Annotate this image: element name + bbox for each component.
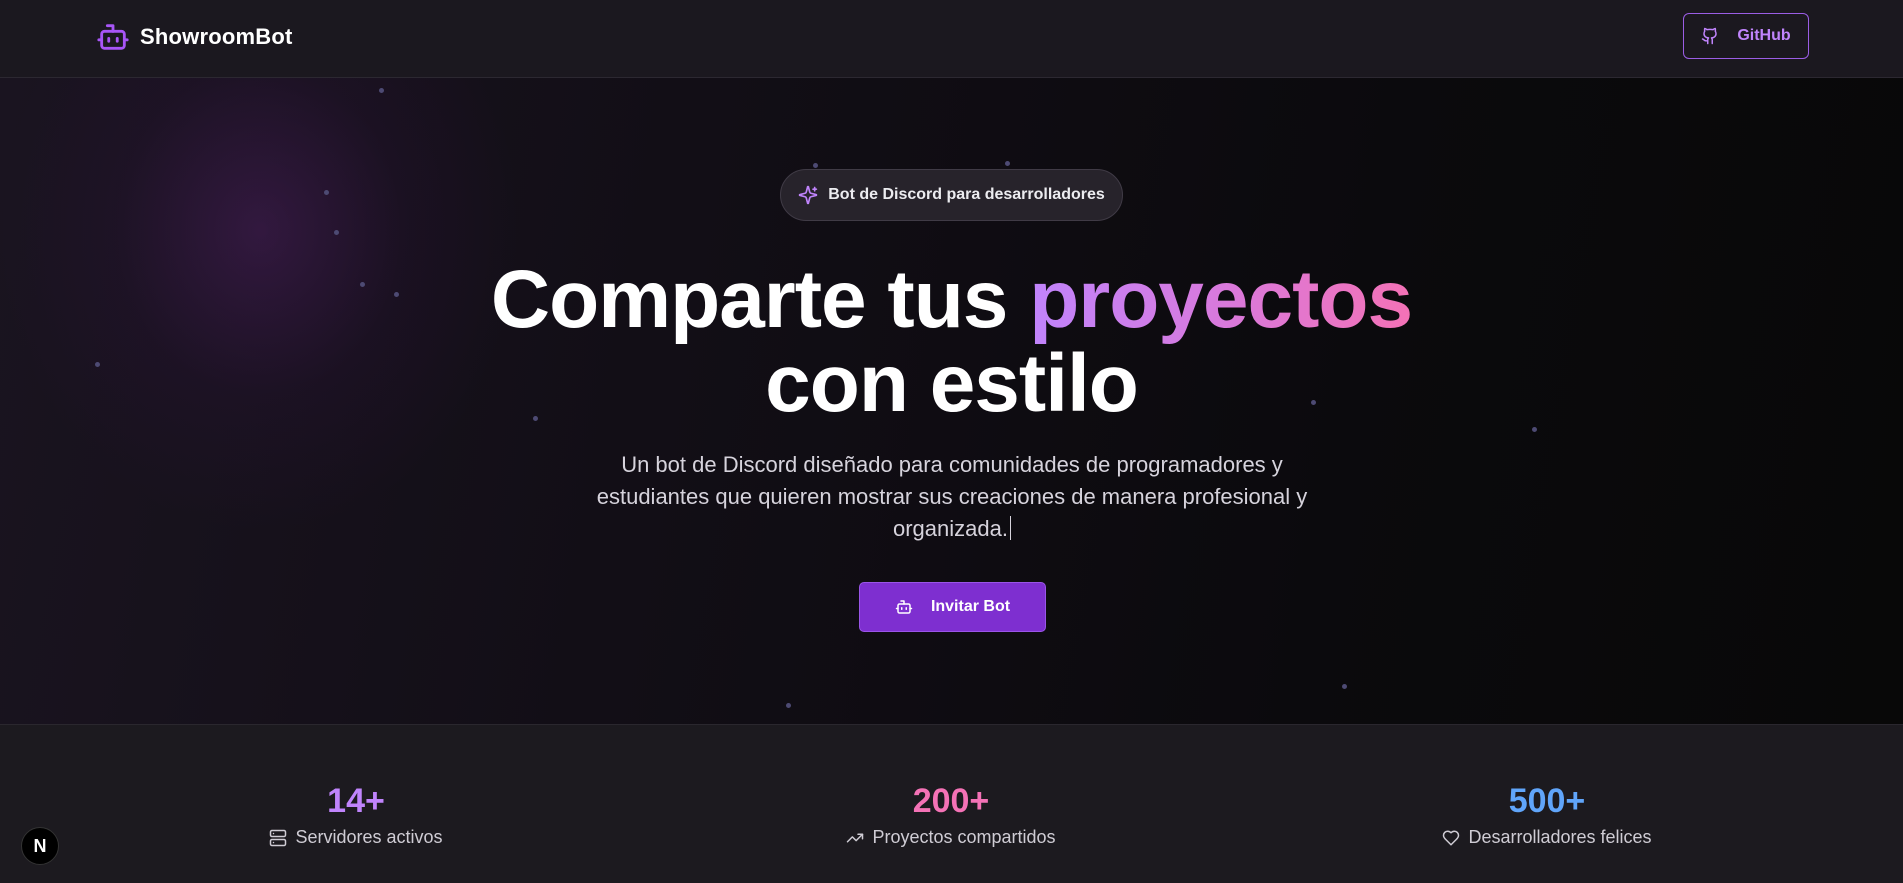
heart-icon (1443, 830, 1460, 845)
stat-projects: 200+ Proyectos compartidos (751, 781, 1151, 848)
invite-bot-button[interactable]: Invitar Bot (859, 582, 1046, 632)
invite-bot-label: Invitar Bot (930, 598, 1011, 615)
particle (379, 88, 384, 93)
hero-subtitle: Un bot de Discord diseñado para comunida… (572, 449, 1332, 545)
sparkles-icon (798, 185, 818, 205)
dev-tools-badge[interactable]: N (21, 827, 59, 865)
hero-badge-label: Bot de Discord para desarrolladores (828, 186, 1105, 203)
headline-part1: Comparte tus (490, 254, 1030, 345)
bot-icon (97, 24, 129, 50)
stat-value: 200+ (912, 782, 990, 820)
particle (1005, 161, 1010, 166)
headline-part2: con estilo (765, 338, 1139, 429)
github-icon (1702, 27, 1718, 45)
headline-accent: proyectos (1029, 254, 1413, 345)
stat-label-row: Desarrolladores felices (1347, 827, 1747, 848)
navbar: ShowroomBot GitHub (0, 0, 1903, 78)
hero-badge: Bot de Discord para desarrolladores (780, 169, 1123, 221)
particle (324, 190, 329, 195)
text-caret (1009, 516, 1011, 540)
brand-link[interactable]: ShowroomBot (96, 20, 293, 54)
stat-label: Proyectos compartidos (872, 827, 1056, 847)
brand-name: ShowroomBot (140, 24, 293, 49)
hero-subtitle-text: Un bot de Discord diseñado para comunida… (596, 452, 1308, 541)
bot-icon (895, 600, 913, 614)
stat-servers: 14+ Servidores activos (156, 781, 556, 848)
stats-section: 14+ Servidores activos 200+ Proyectos co… (0, 724, 1903, 883)
github-label: GitHub (1737, 27, 1791, 44)
stat-label-row: Servidores activos (156, 827, 556, 848)
stat-label: Servidores activos (295, 827, 443, 847)
server-icon (270, 829, 287, 846)
stat-value: 14+ (327, 782, 385, 820)
stat-value: 500+ (1508, 782, 1586, 820)
stat-label: Desarrolladores felices (1468, 827, 1652, 847)
particle (1342, 684, 1347, 689)
hero-headline: Comparte tus proyectos con estilo (0, 258, 1903, 426)
particle (334, 230, 339, 235)
trending-up-icon (847, 833, 864, 842)
particle (786, 703, 791, 708)
particle (813, 163, 818, 168)
github-button[interactable]: GitHub (1683, 13, 1809, 59)
stat-developers: 500+ Desarrolladores felices (1347, 781, 1747, 848)
stat-label-row: Proyectos compartidos (751, 827, 1151, 848)
particle (1532, 427, 1537, 432)
